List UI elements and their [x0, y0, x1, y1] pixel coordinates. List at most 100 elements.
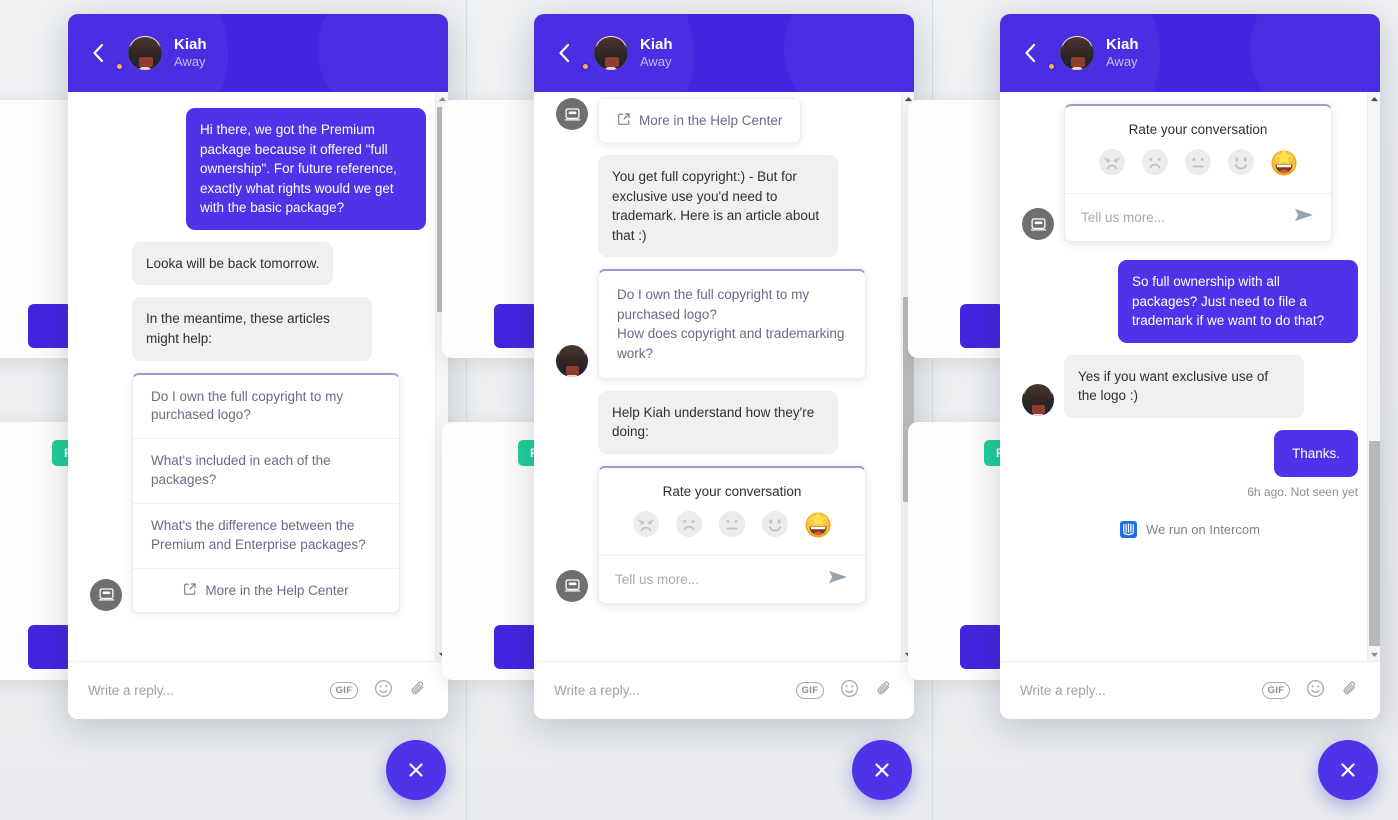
article-link[interactable]: How does copyright and trademarking work… — [617, 324, 847, 363]
agent-message-bubble: Looka will be back tomorrow. — [132, 241, 334, 286]
scroll-thumb[interactable] — [1369, 441, 1380, 646]
close-messenger-button-1[interactable] — [386, 740, 446, 800]
message-list: Hi there, we got the Premium package bec… — [68, 92, 448, 635]
suggested-articles-card-partial: More in the Help Center — [598, 98, 802, 143]
send-icon[interactable] — [827, 568, 849, 591]
rating-comment-input[interactable]: Tell us more... — [615, 572, 827, 587]
sad-face-icon[interactable] — [1140, 147, 1170, 177]
agent-avatar — [556, 344, 588, 377]
rating-title: Rate your conversation — [1128, 122, 1268, 137]
screenshot-stage: PR Kiah Away Hi there, we got the Premiu… — [0, 0, 1398, 820]
header-text: Kiah Away — [1106, 36, 1139, 71]
neutral-face-icon[interactable] — [717, 509, 747, 539]
message-row: Rate your conversation Tell us more... — [556, 465, 892, 604]
reply-input[interactable]: Write a reply... — [88, 683, 330, 698]
message-row: So full ownership with all packages? Jus… — [1022, 260, 1358, 343]
agent-status: Away — [640, 54, 672, 70]
smiling-face-icon[interactable] — [760, 509, 790, 539]
close-messenger-button-2[interactable] — [852, 740, 912, 800]
agent-name: Kiah — [640, 35, 673, 53]
background-button — [494, 304, 538, 348]
avatar-spacer — [556, 223, 588, 255]
scrollbar[interactable] — [1367, 92, 1380, 661]
sad-face-icon[interactable] — [674, 509, 704, 539]
angry-face-icon[interactable] — [631, 509, 661, 539]
rating-title: Rate your conversation — [662, 483, 802, 499]
message-row: Do I own the full copyright to my purcha… — [556, 269, 892, 379]
agent-message-bubble: Help Kiah understand how they're doing: — [598, 390, 838, 454]
operator-bot-icon — [556, 569, 588, 602]
composer-bar: Write a reply... GIF — [534, 661, 914, 719]
back-icon[interactable] — [1018, 40, 1044, 66]
message-row: Thanks. — [1022, 429, 1358, 478]
composer-icons: GIF — [1262, 679, 1360, 703]
agent-status: Away — [174, 54, 206, 70]
messenger-panel-2: Kiah Away More in the Help Center You ge… — [534, 14, 914, 719]
panel-header: Kiah Away — [1000, 14, 1380, 92]
suggested-articles-card: Do I own the full copyright to my purcha… — [132, 372, 400, 613]
star-struck-face-icon[interactable] — [803, 509, 833, 539]
emoji-icon[interactable] — [1306, 679, 1325, 703]
composer-bar: Write a reply... GIF — [1000, 661, 1380, 719]
close-messenger-button-3[interactable] — [1318, 740, 1378, 800]
status-dot — [1047, 62, 1056, 71]
article-link[interactable]: What's the difference between the Premiu… — [133, 504, 399, 569]
panel-header: Kiah Away — [68, 14, 448, 92]
status-dot — [581, 62, 590, 71]
more-label: More in the Help Center — [205, 582, 349, 598]
gif-icon[interactable]: GIF — [1262, 682, 1290, 699]
agent-message-bubble: Yes if you want exclusive use of the log… — [1064, 354, 1304, 418]
rating-comment-row: Tell us more... — [1065, 193, 1331, 241]
angry-face-icon[interactable] — [1097, 147, 1127, 177]
attachment-icon[interactable] — [409, 679, 428, 703]
conversation-body: Rate your conversation Tell us more... S… — [1000, 92, 1380, 661]
more-in-help-center-link[interactable]: More in the Help Center — [599, 98, 801, 142]
agent-message-bubble: You get full copyright:) - But for exclu… — [598, 155, 838, 258]
message-row: Yes if you want exclusive use of the log… — [1022, 354, 1358, 418]
gif-icon[interactable]: GIF — [330, 682, 358, 699]
more-in-help-center-link[interactable]: More in the Help Center — [133, 569, 399, 612]
header-text: Kiah Away — [640, 36, 673, 71]
neutral-face-icon[interactable] — [1183, 147, 1213, 177]
bot-avatar — [90, 578, 122, 611]
emoji-icon[interactable] — [840, 679, 859, 703]
message-row: Rate your conversation Tell us more... — [1022, 104, 1358, 242]
article-link[interactable]: What's included in each of the packages? — [133, 439, 399, 505]
rating-comment-input[interactable]: Tell us more... — [1081, 210, 1293, 225]
article-link[interactable]: Do I own the full copyright to my purcha… — [133, 375, 399, 440]
intercom-branding-label: We run on Intercom — [1146, 522, 1260, 538]
back-icon[interactable] — [552, 40, 578, 66]
header-text: Kiah Away — [174, 36, 207, 71]
user-message-bubble: So full ownership with all packages? Jus… — [1118, 260, 1358, 343]
user-message-bubble: Hi there, we got the Premium package bec… — [186, 108, 426, 230]
emoji-icon[interactable] — [374, 679, 393, 703]
external-link-icon — [617, 112, 631, 129]
scroll-up-button[interactable] — [1368, 92, 1380, 105]
rating-faces — [1065, 145, 1331, 193]
intercom-branding[interactable]: We run on Intercom — [1022, 521, 1358, 539]
scroll-down-button[interactable] — [1368, 648, 1380, 661]
send-icon[interactable] — [1293, 206, 1315, 229]
article-link[interactable]: Do I own the full copyright to my purcha… — [617, 285, 847, 324]
background-button — [960, 304, 1004, 348]
operator-bot-icon — [1022, 208, 1054, 240]
rating-faces — [599, 507, 865, 555]
back-icon[interactable] — [86, 40, 112, 66]
message-row: In the meantime, these articles might he… — [90, 297, 426, 361]
agent-message-bubble: In the meantime, these articles might he… — [132, 297, 372, 361]
message-row: More in the Help Center — [556, 98, 892, 143]
rating-widget: Rate your conversation Tell us more... — [598, 465, 866, 604]
avatar — [594, 36, 628, 70]
gif-icon[interactable]: GIF — [796, 682, 824, 699]
attachment-icon[interactable] — [1341, 679, 1360, 703]
background-button — [960, 625, 1004, 669]
agent-status: Away — [1106, 54, 1138, 70]
background-button — [28, 304, 72, 348]
message-row: Looka will be back tomorrow. — [90, 241, 426, 286]
star-struck-face-icon[interactable] — [1269, 147, 1299, 177]
attachment-icon[interactable] — [875, 679, 894, 703]
avatar-spacer — [556, 420, 588, 452]
reply-input[interactable]: Write a reply... — [554, 683, 796, 698]
reply-input[interactable]: Write a reply... — [1020, 683, 1262, 698]
smiling-face-icon[interactable] — [1226, 147, 1256, 177]
